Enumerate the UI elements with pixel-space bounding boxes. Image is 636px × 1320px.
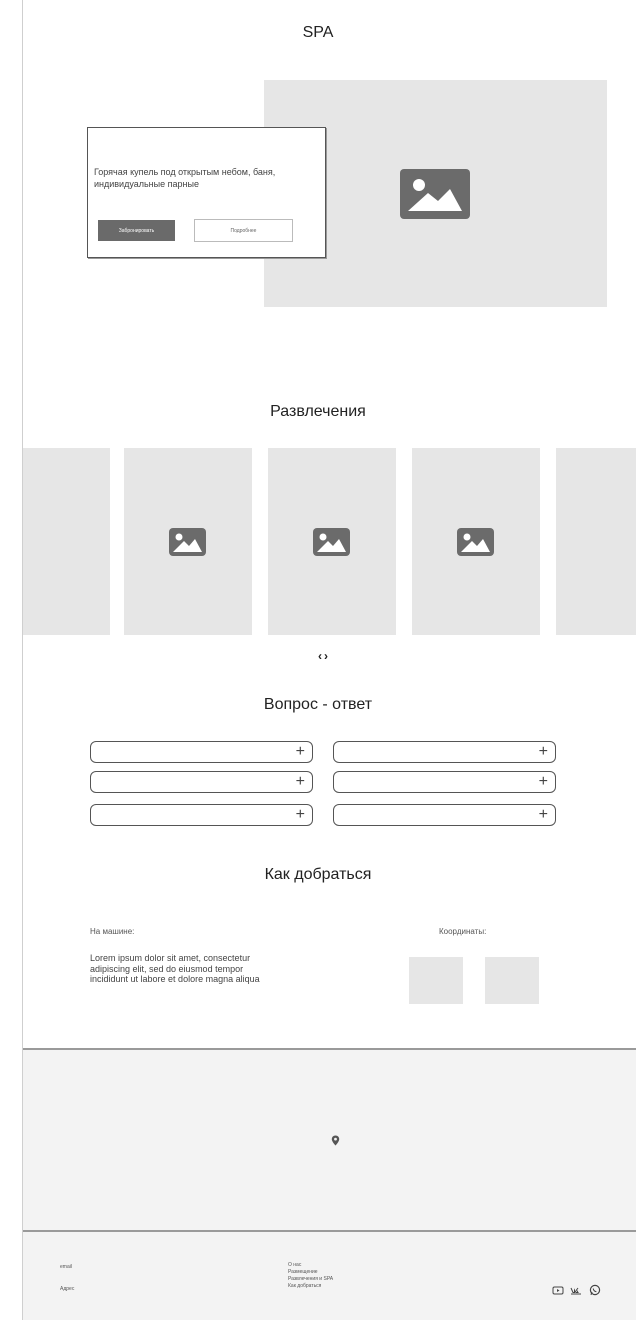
footer-link-accommodation[interactable]: Размещение <box>288 1269 318 1275</box>
carousel-slide[interactable] <box>412 448 540 635</box>
footer-link-directions[interactable]: Как добраться <box>288 1283 321 1289</box>
by-car-text: Lorem ipsum dolor sit amet, consectetur … <box>90 953 260 984</box>
coordinates-image <box>409 957 463 1004</box>
footer-address: Адрес <box>60 1286 75 1292</box>
faq-item[interactable]: + <box>90 741 313 763</box>
more-button[interactable]: Подробнее <box>194 219 293 242</box>
whatsapp-icon[interactable] <box>589 1283 601 1296</box>
expand-plus-icon[interactable]: + <box>296 773 305 791</box>
vk-icon[interactable] <box>570 1283 582 1295</box>
book-button[interactable]: Забронировать <box>98 220 175 241</box>
carousel-nav: ‹› <box>318 649 330 663</box>
footer-email[interactable]: email <box>60 1264 72 1270</box>
expand-plus-icon[interactable]: + <box>539 773 548 791</box>
spa-promo-card: Горячая купель под открытым небом, баня,… <box>87 127 326 258</box>
footer-link-entertainment-spa[interactable]: Развлечения и SPA <box>288 1276 333 1282</box>
expand-plus-icon[interactable]: + <box>296 743 305 761</box>
entertainment-title: Развлечения <box>270 403 366 420</box>
directions-title: Как добраться <box>264 866 372 883</box>
faq-item[interactable]: + <box>333 741 556 763</box>
image-icon <box>457 528 494 556</box>
spa-promo-text: Горячая купель под открытым небом, баня,… <box>94 167 276 189</box>
faq-item[interactable]: + <box>90 771 313 793</box>
image-icon <box>313 528 350 556</box>
youtube-icon[interactable] <box>552 1283 564 1295</box>
expand-plus-icon[interactable]: + <box>539 806 548 824</box>
expand-plus-icon[interactable]: + <box>296 806 305 824</box>
carousel-slide-partial-right[interactable] <box>556 448 636 635</box>
coordinates-image <box>485 957 539 1004</box>
spa-title: SPA <box>302 24 334 41</box>
carousel-next-arrow[interactable]: › <box>324 649 330 663</box>
faq-title: Вопрос - ответ <box>263 696 373 713</box>
carousel-slide-partial-left[interactable] <box>23 448 110 635</box>
map[interactable] <box>23 1048 636 1232</box>
carousel-slide[interactable] <box>124 448 252 635</box>
coordinates-label: Координаты: <box>439 927 487 936</box>
expand-plus-icon[interactable]: + <box>539 743 548 761</box>
image-icon <box>169 528 206 556</box>
map-pin-icon[interactable] <box>331 1133 340 1146</box>
footer-link-about[interactable]: О нас <box>288 1262 301 1268</box>
faq-item[interactable]: + <box>333 771 556 793</box>
faq-item[interactable]: + <box>90 804 313 826</box>
carousel-slide[interactable] <box>268 448 396 635</box>
faq-item[interactable]: + <box>333 804 556 826</box>
image-icon <box>400 169 470 219</box>
by-car-label: На машине: <box>90 927 135 936</box>
